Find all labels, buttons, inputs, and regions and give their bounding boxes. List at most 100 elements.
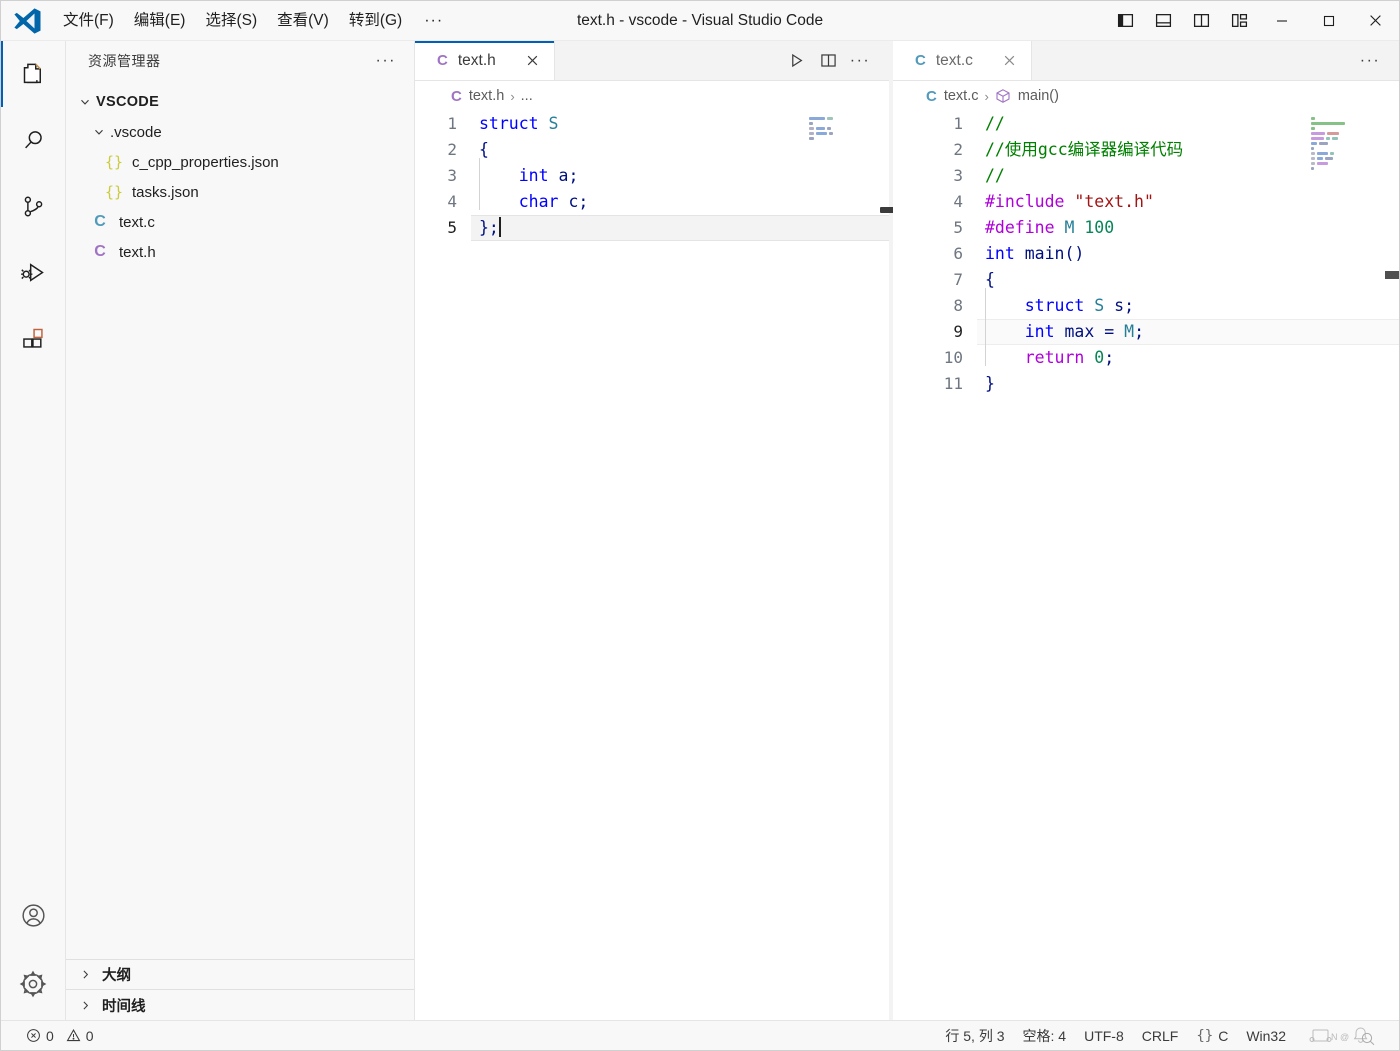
close-button[interactable] bbox=[1352, 1, 1399, 41]
status-indentation[interactable]: 空格: 4 bbox=[1014, 1021, 1076, 1051]
line-content: // bbox=[985, 166, 1005, 185]
tree-item-label: .vscode bbox=[110, 123, 162, 141]
toggle-panel-icon[interactable] bbox=[1144, 1, 1182, 41]
editor-scrollbar-group-2[interactable] bbox=[1385, 111, 1399, 1020]
code-line: 8 struct S s; bbox=[921, 288, 1399, 319]
close-icon[interactable] bbox=[522, 50, 544, 72]
code-line: 7 { bbox=[921, 267, 1399, 293]
split-editor-right-button[interactable] bbox=[813, 46, 843, 76]
line-content: int max = M; bbox=[977, 314, 1144, 345]
line-content: struct S bbox=[479, 114, 559, 133]
status-encoding[interactable]: UTF-8 bbox=[1075, 1021, 1133, 1051]
tree-item-label: text.h bbox=[119, 243, 156, 261]
breadcrumb-group-1: C text.h › ... bbox=[415, 81, 889, 111]
menu-file[interactable]: 文件(F) bbox=[53, 6, 124, 36]
tree-item-text-h[interactable]: C text.h bbox=[66, 237, 414, 267]
status-bar-left: 0 0 bbox=[1, 1021, 103, 1051]
line-content: // bbox=[985, 114, 1005, 133]
activity-explorer[interactable] bbox=[1, 41, 65, 107]
line-content: #define M 100 bbox=[985, 218, 1115, 237]
brackets-icon: {} bbox=[1196, 1027, 1214, 1044]
run-code-button[interactable] bbox=[781, 46, 811, 76]
file-tree: VSCODE .vscode {} c_cpp_properties.json … bbox=[66, 81, 414, 959]
chevron-down-icon bbox=[88, 125, 110, 139]
more-actions-button[interactable]: ··· bbox=[1355, 46, 1385, 76]
breadcrumb-file[interactable]: C text.c bbox=[926, 88, 979, 105]
code-line: 4 #include "text.h" bbox=[921, 189, 1399, 215]
line-number: 1 bbox=[953, 114, 963, 133]
code-editor-text-c[interactable]: 1 // 2 //使用gcc编译器编译代码 3 // 4 #include "t… bbox=[893, 111, 1399, 1020]
sidebar-header: 资源管理器 ··· bbox=[66, 41, 414, 81]
line-content: int main() bbox=[985, 244, 1085, 263]
activity-accounts[interactable] bbox=[1, 882, 65, 948]
minimap-group-2[interactable] bbox=[1311, 117, 1371, 172]
code-line: 4 char c; bbox=[415, 184, 889, 215]
menu-go[interactable]: 转到(G) bbox=[339, 6, 412, 36]
activity-run-debug[interactable] bbox=[1, 239, 65, 305]
breadcrumb-label: text.h bbox=[468, 88, 505, 104]
more-actions-button[interactable]: ··· bbox=[845, 46, 875, 76]
tree-item-dotvscode[interactable]: .vscode bbox=[66, 117, 414, 147]
json-file-icon: {} bbox=[104, 153, 124, 171]
line-number: 10 bbox=[943, 348, 963, 367]
breadcrumb-symbol[interactable]: main() bbox=[995, 88, 1059, 105]
explorer-sidebar: 资源管理器 ··· VSCODE .vscode {} c_cpp_proper… bbox=[66, 41, 415, 1020]
close-icon[interactable] bbox=[999, 50, 1021, 72]
tab-bar-actions-group-1: ··· bbox=[781, 41, 889, 80]
tab-text-c[interactable]: C text.c bbox=[893, 41, 1032, 80]
sidebar-section-timeline[interactable]: 时间线 bbox=[66, 990, 414, 1020]
tab-label: text.h bbox=[457, 51, 496, 69]
tree-item-tasks-json[interactable]: {} tasks.json bbox=[66, 177, 414, 207]
breadcrumb-file[interactable]: C text.h bbox=[451, 88, 504, 105]
c-file-icon: C bbox=[926, 87, 937, 105]
line-number: 5 bbox=[953, 218, 963, 237]
status-platform[interactable]: Win32 bbox=[1237, 1021, 1295, 1051]
scrollbar-thumb[interactable] bbox=[1385, 271, 1399, 279]
chevron-right-icon: › bbox=[984, 88, 989, 104]
line-content: int a; bbox=[471, 158, 578, 189]
activity-search[interactable] bbox=[1, 107, 65, 173]
chevron-right-icon: › bbox=[510, 88, 515, 104]
activity-extensions[interactable] bbox=[1, 305, 65, 371]
line-number: 4 bbox=[447, 192, 457, 211]
status-notifications[interactable]: N @ bbox=[1295, 1021, 1391, 1051]
editor-area: C text.h ··· C text.h › ... 1 struct S 2… bbox=[415, 41, 1399, 1020]
status-problems[interactable]: 0 0 bbox=[17, 1021, 103, 1051]
menu-view[interactable]: 查看(V) bbox=[267, 6, 339, 36]
tab-text-h[interactable]: C text.h bbox=[415, 41, 555, 80]
menu-selection[interactable]: 选择(S) bbox=[195, 6, 267, 36]
menu-overflow-button[interactable]: ··· bbox=[412, 8, 455, 34]
line-number: 7 bbox=[953, 270, 963, 289]
c-file-icon: C bbox=[94, 213, 106, 230]
code-line-current: 9 int max = M; bbox=[921, 314, 1399, 345]
maximize-button[interactable] bbox=[1305, 1, 1352, 41]
minimize-button[interactable] bbox=[1258, 1, 1305, 41]
toggle-primary-sidebar-icon[interactable] bbox=[1106, 1, 1144, 41]
h-file-icon: C bbox=[94, 243, 106, 260]
tree-item-vscode-root[interactable]: VSCODE bbox=[66, 87, 414, 117]
toggle-secondary-sidebar-icon[interactable] bbox=[1182, 1, 1220, 41]
editor-scrollbar-group-1[interactable] bbox=[875, 111, 889, 1020]
breadcrumb-symbol[interactable]: ... bbox=[521, 88, 533, 104]
line-content: #include "text.h" bbox=[985, 192, 1154, 211]
line-number: 5 bbox=[447, 218, 457, 237]
activity-settings[interactable] bbox=[1, 948, 65, 1020]
tab-bar-group-2: C text.c ··· bbox=[893, 41, 1399, 81]
tree-item-text-c[interactable]: C text.c bbox=[66, 207, 414, 237]
menu-edit[interactable]: 编辑(E) bbox=[124, 6, 196, 36]
sidebar-more-actions-button[interactable]: ··· bbox=[376, 52, 402, 70]
minimap-group-1[interactable] bbox=[809, 117, 869, 142]
status-eol[interactable]: CRLF bbox=[1133, 1021, 1188, 1051]
editor-group-2: C text.c ··· C text.c › main() 1 // 2 //… bbox=[893, 41, 1399, 1020]
code-editor-text-h[interactable]: 1 struct S 2 { 3 int a; 4 char c; 5}; bbox=[415, 111, 889, 1020]
status-cursor-position[interactable]: 行 5, 列 3 bbox=[936, 1021, 1013, 1051]
status-language-label: C bbox=[1218, 1027, 1229, 1044]
customize-layout-icon[interactable] bbox=[1220, 1, 1258, 41]
activity-source-control[interactable] bbox=[1, 173, 65, 239]
editor-group-1: C text.h ··· C text.h › ... 1 struct S 2… bbox=[415, 41, 889, 1020]
status-language-mode[interactable]: {} C bbox=[1187, 1021, 1237, 1051]
tree-item-c-cpp-properties-json[interactable]: {} c_cpp_properties.json bbox=[66, 147, 414, 177]
sidebar-section-outline[interactable]: 大纲 bbox=[66, 960, 414, 990]
line-content: char c; bbox=[471, 184, 588, 215]
line-content: //使用gcc编译器编译代码 bbox=[985, 140, 1184, 159]
